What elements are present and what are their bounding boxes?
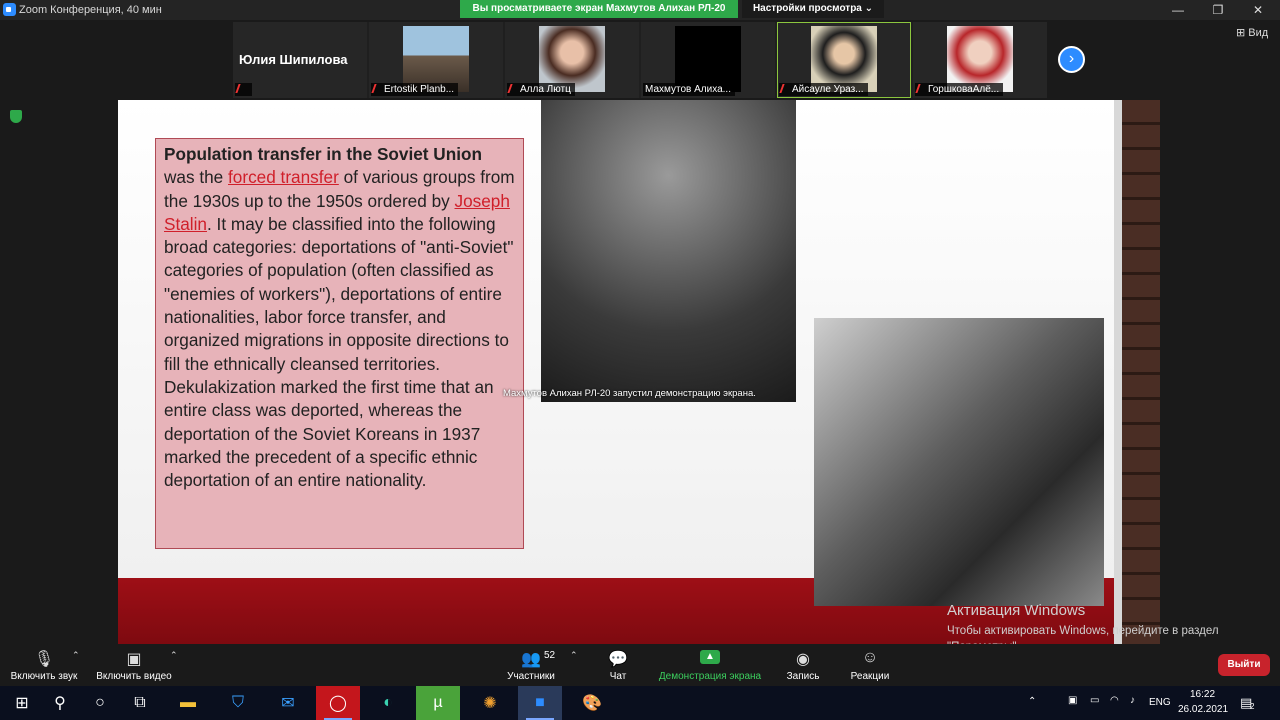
language-indicator[interactable]: ENG (1149, 697, 1171, 708)
mail-button[interactable]: ✉ (266, 686, 310, 720)
next-page-icon[interactable]: › (1058, 46, 1085, 73)
share-started-notification: Махмутов Алихан РЛ-20 запустил демонстра… (503, 388, 756, 399)
zoom-icon: ■ (535, 694, 545, 711)
participant-label: Айсауле Ураз... (779, 83, 868, 96)
clock-time[interactable]: 16:22 (1190, 689, 1215, 700)
participant-label: Алла Лютц (507, 83, 575, 96)
participant-name: Юлия Шипилова (239, 52, 348, 67)
participant-label: ГоршковаАлё... (915, 83, 1004, 96)
participants-count: 52 (544, 650, 556, 661)
participants-icon: 👥 (521, 651, 541, 668)
search-button[interactable]: ⚲ (38, 686, 82, 720)
view-options-button[interactable]: Настройки просмотра ⌄ (742, 0, 884, 18)
participant-strip: Юлия Шипилова Ertostik Planb... Алла Лют… (233, 22, 1047, 98)
participant-tile[interactable]: ГоршковаАлё... (913, 22, 1047, 98)
tray-app-icon[interactable]: ▣ (1068, 695, 1077, 706)
view-button[interactable]: ⊞ Вид (1236, 26, 1268, 39)
slide-text-box: Population transfer in the Soviet Union … (155, 138, 524, 549)
participant-label (235, 83, 252, 96)
search-icon: ⚲ (54, 695, 66, 712)
record-button[interactable]: ◉ Запись (780, 644, 826, 686)
participant-tile[interactable]: Ertostik Planb... (369, 22, 503, 98)
close-button[interactable]: ✕ (1238, 2, 1278, 18)
unmute-button[interactable]: 🎙 ⌃ Включить звук (4, 644, 84, 686)
security-shield-icon[interactable] (10, 110, 22, 123)
clock-date[interactable]: 26.02.2021 (1178, 704, 1228, 715)
participant-tile[interactable]: Юлия Шипилова (233, 22, 367, 98)
meeting-toolbar: 🎙 ⌃ Включить звук ▣ ⌃ Включить видео 👥 5… (0, 644, 1280, 686)
mic-muted-icon (779, 84, 790, 93)
chevron-up-icon[interactable]: ⌃ (570, 650, 578, 661)
paint-icon: 🎨 (582, 695, 602, 712)
start-video-button[interactable]: ▣ ⌃ Включить видео (92, 644, 178, 686)
opera-button[interactable]: ◯ (316, 686, 360, 720)
mic-muted-icon (371, 84, 382, 93)
chat-icon: 💬 (608, 651, 628, 668)
record-icon: ◉ (796, 651, 810, 668)
edge-icon: ◐ (383, 694, 393, 711)
stalin-portrait-image (541, 100, 796, 402)
cortana-button[interactable]: ○ (78, 686, 122, 720)
store-button[interactable]: ⛉ (216, 686, 260, 720)
wifi-icon[interactable]: ◠ (1110, 695, 1119, 706)
zoom-taskbar-button[interactable]: ■ (518, 686, 562, 720)
mic-muted-icon (507, 84, 518, 93)
mic-muted-icon (915, 84, 926, 93)
utorrent-button[interactable]: µ (416, 686, 460, 720)
zoom-logo-icon (3, 3, 16, 16)
folder-icon: ▬ (180, 694, 196, 711)
reactions-button[interactable]: ☺ Реакции (846, 644, 894, 686)
shared-slide: Population transfer in the Soviet Union … (118, 100, 1122, 644)
notification-count: 2 (1250, 702, 1255, 711)
task-view-button[interactable]: ⧉ (118, 686, 162, 720)
opera-icon: ◯ (329, 695, 347, 712)
store-icon: ⛉ (231, 694, 245, 711)
slide-text: was the (164, 167, 229, 188)
file-explorer-button[interactable]: ▬ (166, 686, 210, 720)
game-app-button[interactable]: ✺ (468, 686, 512, 720)
mic-off-icon: 🎙 (33, 651, 55, 668)
screen-share-banner: Вы просматриваете экран Махмутов Алихан … (460, 0, 738, 18)
utorrent-icon: µ (433, 694, 443, 711)
restore-button[interactable]: ❐ (1198, 2, 1238, 18)
chevron-up-icon[interactable]: ⌃ (72, 650, 80, 661)
paint-button[interactable]: 🎨 (570, 686, 614, 720)
windows-taskbar: ⊞ ⚲ ○ ⧉ ▬ ⛉ ✉ ◯ ◐ µ ✺ ■ 🎨 ⌃ ▣ ▭ ◠ ♪ ENG … (0, 686, 1280, 720)
participant-label: Махмутов Алиха... (643, 83, 735, 96)
forced-transfer-link[interactable]: forced transfer (228, 167, 339, 187)
volume-icon[interactable]: ♪ (1130, 695, 1135, 706)
share-screen-button[interactable]: ▲ Демонстрация экрана (650, 644, 770, 686)
participant-tile-active-speaker[interactable]: Айсауле Ураз... (777, 22, 911, 98)
participant-tile[interactable]: Махмутов Алиха... (641, 22, 775, 98)
tray-expand-icon[interactable]: ⌃ (1028, 696, 1036, 707)
deportees-photo-image (814, 318, 1104, 606)
video-off-icon: ▣ (126, 651, 142, 668)
participant-label: Ertostik Planb... (371, 83, 459, 96)
reactions-icon: ☺ (861, 649, 879, 666)
slide-edge (1114, 100, 1122, 644)
mic-muted-icon (235, 84, 246, 93)
participants-button[interactable]: 👥 52 ⌃ Участники (500, 644, 577, 686)
share-screen-icon: ▲ (700, 650, 720, 664)
chat-button[interactable]: 💬 Чат (598, 644, 638, 686)
battery-icon[interactable]: ▭ (1090, 695, 1099, 706)
edge-button[interactable]: ◐ (366, 686, 410, 720)
leave-meeting-button[interactable]: Выйти (1218, 654, 1270, 676)
chevron-up-icon[interactable]: ⌃ (170, 650, 178, 661)
windows-activation-title: Активация Windows (947, 602, 1086, 619)
task-view-icon: ⧉ (134, 694, 146, 711)
mail-icon: ✉ (281, 695, 295, 712)
window-title: Zoom Конференция, 40 мин (19, 4, 162, 16)
minimize-button[interactable]: — (1158, 2, 1198, 18)
game-app-icon: ✺ (483, 695, 497, 712)
brick-wall-background (1122, 100, 1160, 644)
slide-text: . It may be classified into the followin… (164, 213, 514, 491)
cortana-icon: ○ (95, 694, 105, 711)
slide-title: Population transfer in the Soviet Union (164, 144, 482, 164)
windows-logo-icon: ⊞ (15, 695, 29, 712)
participant-tile[interactable]: Алла Лютц (505, 22, 639, 98)
